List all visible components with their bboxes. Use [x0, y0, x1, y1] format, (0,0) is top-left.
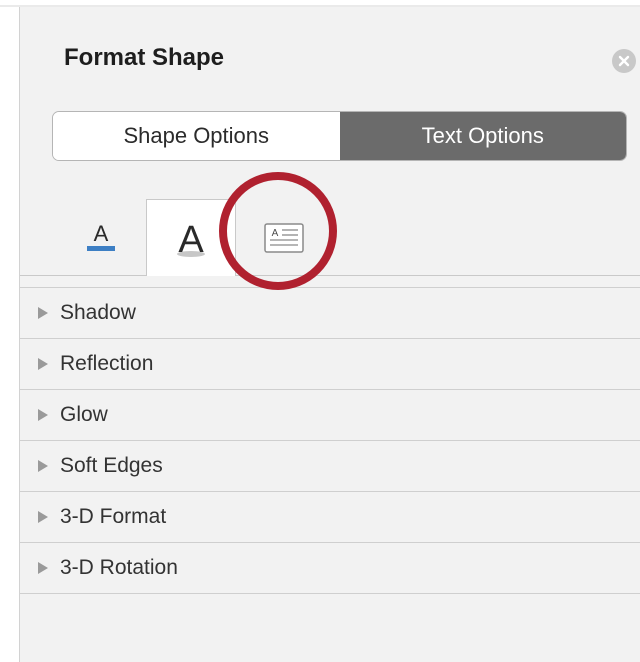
section-glow[interactable]: Glow — [20, 389, 640, 440]
effects-section-list: Shadow Reflection Glow Soft Edges 3-D Fo… — [20, 287, 640, 594]
tabs-divider — [20, 275, 640, 276]
disclosure-triangle-icon — [38, 307, 48, 319]
section-3d-rotation[interactable]: 3-D Rotation — [20, 542, 640, 594]
disclosure-triangle-icon — [38, 358, 48, 370]
section-label: Shadow — [60, 301, 136, 324]
section-label: 3-D Format — [60, 505, 167, 528]
format-shape-pane: Format Shape Shape Options Text Options … — [19, 7, 640, 662]
text-effects-icon: A — [177, 219, 205, 261]
disclosure-triangle-icon — [38, 511, 48, 523]
textbox-icon: A — [264, 222, 304, 253]
screenshot-canvas: Format Shape Shape Options Text Options … — [0, 0, 640, 662]
text-fill-outline-icon: A — [87, 221, 115, 251]
pane-title: Format Shape — [64, 44, 225, 71]
svg-text:A: A — [272, 228, 279, 239]
section-shadow[interactable]: Shadow — [20, 287, 640, 338]
section-label: Soft Edges — [60, 454, 163, 477]
svg-text:A: A — [94, 221, 109, 246]
disclosure-triangle-icon — [38, 409, 48, 421]
section-3d-format[interactable]: 3-D Format — [20, 491, 640, 542]
close-icon — [618, 55, 630, 67]
section-label: Reflection — [60, 352, 154, 375]
svg-text:A: A — [178, 219, 204, 261]
text-options-tabs: A A A — [20, 199, 640, 276]
section-soft-edges[interactable]: Soft Edges — [20, 440, 640, 491]
disclosure-triangle-icon — [38, 460, 48, 472]
disclosure-triangle-icon — [38, 562, 48, 574]
options-segmented-control: Shape Options Text Options — [52, 111, 627, 161]
tab-text-box[interactable]: A — [236, 199, 332, 276]
text-options-segment[interactable]: Text Options — [339, 112, 626, 160]
section-label: 3-D Rotation — [60, 556, 178, 579]
tab-text-effects[interactable]: A — [146, 199, 236, 276]
section-label: Glow — [60, 403, 108, 426]
section-reflection[interactable]: Reflection — [20, 338, 640, 389]
tab-text-fill-outline[interactable]: A — [56, 199, 146, 276]
shape-options-segment[interactable]: Shape Options — [53, 112, 340, 160]
close-button[interactable] — [612, 49, 636, 73]
